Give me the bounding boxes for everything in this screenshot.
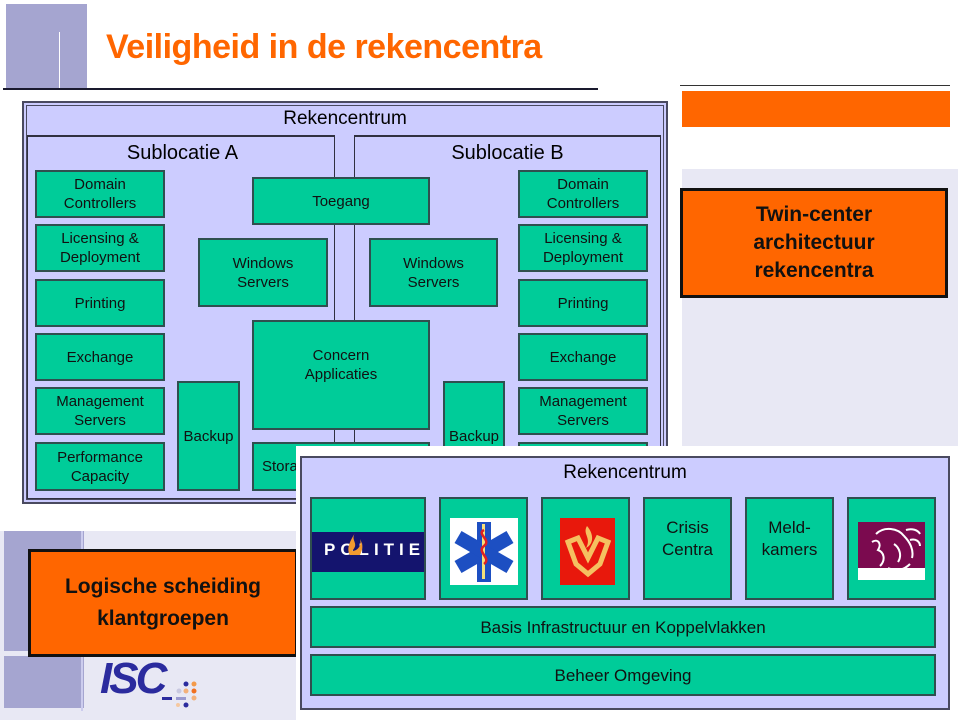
box-label: Printing	[74, 294, 126, 312]
concern-applicaties-box: Concern Applicaties	[252, 320, 430, 430]
crisis-centra-tile: Crisis Centra	[643, 497, 732, 600]
sublocatie-a-title: Sublocatie A	[126, 142, 239, 164]
tile-label: Meld- kamers	[761, 517, 818, 559]
box-label: Licensing & Deployment	[542, 230, 624, 266]
orange-accent-bar	[682, 91, 950, 127]
bottom-left-decoration-2	[4, 656, 84, 708]
brandweer-logo-icon	[560, 518, 615, 585]
box-label: Printing	[557, 294, 609, 312]
box-label: Beheer Omgeving	[554, 665, 692, 685]
b-licensing-box: Licensing & Deployment	[518, 224, 648, 272]
tile-label: Crisis Centra	[661, 517, 714, 559]
box-label: Windows Servers	[232, 254, 294, 291]
star-of-life-icon	[450, 518, 518, 585]
title-decoration-line	[59, 32, 60, 90]
isc-dots-icon	[162, 681, 197, 708]
ambulance-tile	[439, 497, 528, 600]
callout-text: Twin-center architectuur rekencentra	[753, 203, 875, 282]
box-label: Backup	[448, 427, 500, 445]
basis-infrastructuur-box: Basis Infrastructuur en Koppelvlakken	[310, 606, 936, 648]
box-label: Management Servers	[539, 393, 627, 429]
bottom-rekencentrum-title: Rekencentrum	[563, 462, 687, 483]
a-exchange-box: Exchange	[35, 333, 165, 381]
toegang-box: Toegang	[252, 177, 430, 225]
politie-tile: POLITIE	[310, 497, 426, 600]
b-domain-controllers-box: Domain Controllers	[518, 170, 648, 218]
box-label: Domain Controllers	[63, 176, 137, 212]
rijksoverheid-lion-icon	[858, 522, 925, 580]
box-label: Basis Infrastructuur en Koppelvlakken	[480, 617, 766, 637]
logische-scheiding-callout: Logische scheiding klantgroepen	[28, 549, 298, 657]
box-label: Performance Capacity	[57, 448, 143, 485]
twin-center-callout: Twin-center architectuur rekencentra	[680, 188, 948, 298]
slide-title: Veiligheid in de rekencentra	[106, 28, 542, 66]
brandweer-tile	[541, 497, 630, 600]
box-label: Exchange	[549, 348, 617, 366]
meldkamers-tile: Meld- kamers	[745, 497, 834, 600]
a-performance-capacity-box: Performance Capacity	[35, 442, 165, 491]
title-divider	[3, 88, 598, 90]
b-printing-box: Printing	[518, 279, 648, 327]
a-management-servers-box: Management Servers	[35, 387, 165, 435]
callout-text: Logische scheiding klantgroepen	[64, 575, 262, 630]
title-divider-right	[680, 85, 950, 86]
box-label: Toegang	[312, 192, 370, 210]
box-label: Backup	[183, 427, 234, 445]
box-label: Management Servers	[56, 393, 144, 429]
a-windows-servers-box: Windows Servers	[198, 238, 328, 307]
box-label: Concern Applicaties	[304, 347, 378, 383]
box-label: Licensing & Deployment	[59, 230, 141, 266]
box-label: Windows Servers	[403, 254, 464, 291]
box-label: Exchange	[66, 348, 134, 366]
b-windows-servers-box: Windows Servers	[369, 238, 498, 307]
b-management-servers-box: Management Servers	[518, 387, 648, 435]
isc-logo: ISC	[100, 654, 210, 710]
a-domain-controllers-box: Domain Controllers	[35, 170, 165, 218]
beheer-omgeving-box: Beheer Omgeving	[310, 654, 936, 696]
a-printing-box: Printing	[35, 279, 165, 327]
politie-flame-icon	[348, 533, 363, 555]
politie-logo-icon: POLITIE	[312, 532, 424, 572]
sublocatie-b-title: Sublocatie B	[451, 142, 564, 164]
rijksoverheid-tile	[847, 497, 936, 600]
a-licensing-box: Licensing & Deployment	[35, 224, 165, 272]
box-label: Domain Controllers	[546, 176, 620, 212]
rekencentrum-title: Rekencentrum	[283, 108, 407, 129]
b-exchange-box: Exchange	[518, 333, 648, 381]
a-backup-box: Backup	[177, 381, 240, 491]
title-decoration	[6, 4, 87, 89]
